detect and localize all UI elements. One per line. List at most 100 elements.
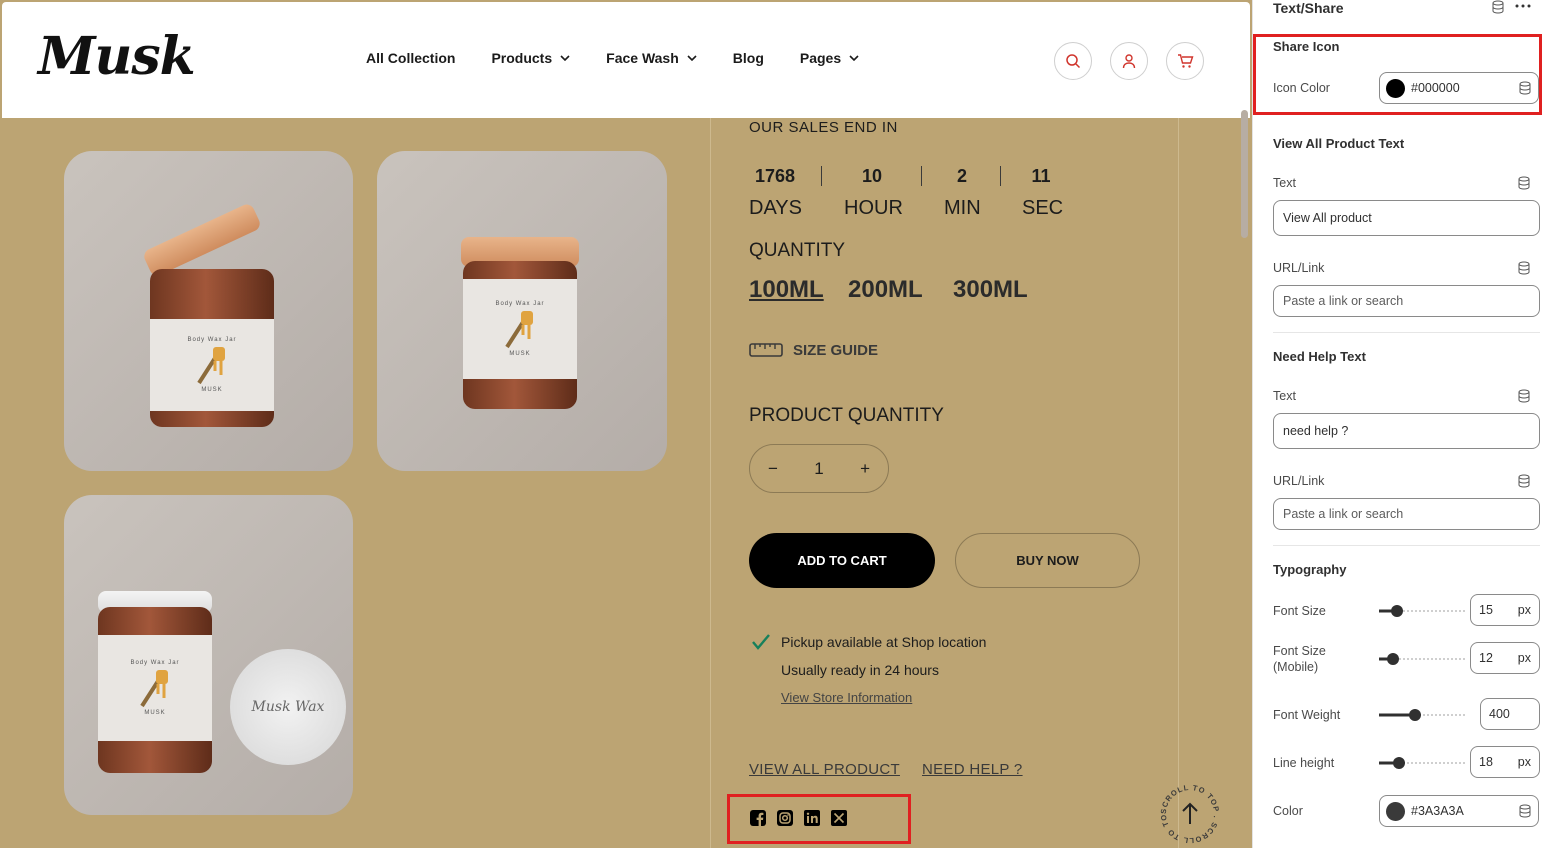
chevron-down-icon	[849, 55, 859, 61]
unit-label: px	[1517, 651, 1531, 665]
need-help-url-input[interactable]: Paste a link or search	[1273, 498, 1540, 530]
pickup-text: Pickup available at Shop location	[781, 634, 987, 650]
font-weight-input[interactable]: 400	[1480, 698, 1540, 730]
quantity-stepper: − 1 +	[749, 444, 889, 493]
nav-all-collection[interactable]: All Collection	[366, 50, 455, 66]
nav-products[interactable]: Products	[491, 50, 570, 66]
size-option-100ml[interactable]: 100ML	[749, 276, 824, 304]
countdown-minutes: 2	[956, 166, 967, 186]
sales-title: OUR SALES END IN	[749, 119, 898, 136]
database-icon[interactable]	[1517, 261, 1531, 275]
product-image-2[interactable]: Body Wax Jar MUSK	[377, 151, 667, 471]
line-height-slider[interactable]	[1379, 756, 1465, 770]
text-color-field[interactable]: #3A3A3A	[1379, 795, 1539, 827]
buy-now-button[interactable]: BUY NOW	[955, 533, 1140, 588]
jar-label: Body Wax Jar MUSK	[150, 319, 274, 411]
font-size-input[interactable]: 15 px	[1470, 594, 1540, 626]
font-size-slider[interactable]	[1379, 604, 1465, 618]
need-help-link[interactable]: NEED HELP ?	[922, 761, 1023, 778]
nav-blog[interactable]: Blog	[733, 50, 764, 66]
view-all-product-link[interactable]: VIEW ALL PRODUCT	[749, 761, 900, 778]
product-image-3[interactable]: Body Wax Jar MUSK Musk Wax	[64, 495, 353, 815]
jar-label: Body Wax Jar MUSK	[98, 635, 212, 741]
line-height-input[interactable]: 18 px	[1470, 746, 1540, 778]
user-icon	[1122, 54, 1136, 69]
view-all-text-input[interactable]: View All product	[1273, 200, 1540, 236]
view-all-text-label: Text	[1273, 176, 1296, 190]
quantity-increase-button[interactable]: +	[860, 459, 870, 479]
account-button[interactable]	[1110, 42, 1148, 80]
settings-panel: Text/Share Share Icon Icon Color #000000…	[1252, 0, 1548, 848]
nav-face-wash[interactable]: Face Wash	[606, 50, 697, 66]
icon-color-value: #000000	[1411, 81, 1460, 95]
honey-dipper-icon	[505, 311, 533, 349]
scrollbar-thumb[interactable]	[1241, 110, 1248, 238]
quantity-value[interactable]: 1	[814, 459, 823, 479]
countdown-minutes-label: MIN	[944, 197, 981, 219]
quantity-title: QUANTITY	[749, 240, 846, 261]
font-weight-slider[interactable]	[1379, 708, 1465, 722]
main-nav: All Collection Products Face Wash Blog P…	[366, 50, 895, 66]
scroll-to-top-button[interactable]: SCROLL TO TOP . SCROLL TO TOP .	[1155, 775, 1222, 846]
font-size-mobile-label-2: (Mobile)	[1273, 660, 1319, 674]
need-help-text-input[interactable]: need help ?	[1273, 413, 1540, 449]
jar-brand-text: MUSK	[509, 351, 531, 357]
check-icon	[752, 634, 770, 650]
jar-lid-top: Musk Wax	[230, 649, 346, 765]
section-divider	[1273, 545, 1540, 546]
cart-button[interactable]	[1166, 42, 1204, 80]
icon-color-label: Icon Color	[1273, 81, 1330, 95]
color-swatch[interactable]	[1386, 801, 1405, 821]
brand-logo[interactable]: Musk	[38, 26, 196, 87]
jar-label: Body Wax Jar MUSK	[463, 279, 577, 379]
store-info-link[interactable]: View Store Information	[781, 690, 912, 705]
chevron-down-icon	[687, 55, 697, 61]
view-all-url-input[interactable]: Paste a link or search	[1273, 285, 1540, 317]
countdown-separator	[921, 166, 922, 186]
jar-brand-text: MUSK	[201, 387, 223, 393]
scroll-top-badge: SCROLL TO TOP . SCROLL TO TOP .	[1155, 775, 1220, 845]
typography-section-title: Typography	[1273, 562, 1347, 577]
database-icon[interactable]	[1517, 474, 1531, 488]
size-option-300ml[interactable]: 300ML	[953, 276, 1028, 304]
x-icon[interactable]	[830, 809, 848, 827]
need-help-url-label: URL/Link	[1273, 474, 1325, 488]
product-image-1[interactable]: Body Wax Jar MUSK	[64, 151, 353, 471]
search-button[interactable]	[1054, 42, 1092, 80]
view-all-section-title: View All Product Text	[1273, 136, 1405, 151]
font-size-mobile-slider[interactable]	[1379, 652, 1465, 666]
facebook-icon[interactable]	[749, 809, 767, 827]
line-height-label: Line height	[1273, 756, 1335, 770]
size-guide-link[interactable]: SIZE GUIDE	[749, 340, 878, 360]
icon-color-field[interactable]: #000000	[1379, 72, 1539, 104]
database-icon[interactable]	[1491, 0, 1505, 14]
nav-label: Pages	[799, 50, 842, 66]
unit-label: px	[1517, 755, 1531, 769]
database-icon[interactable]	[1517, 389, 1531, 403]
quantity-decrease-button[interactable]: −	[768, 459, 778, 479]
countdown-seconds-label: SEC	[1022, 197, 1064, 219]
font-size-mobile-input[interactable]: 12 px	[1470, 642, 1540, 674]
lid-text: Musk Wax	[251, 699, 325, 715]
view-all-url-label: URL/Link	[1273, 261, 1325, 275]
share-icon-section-title: Share Icon	[1273, 39, 1340, 54]
font-size-mobile-label-1: Font Size	[1273, 644, 1326, 658]
ruler-icon	[749, 343, 783, 357]
site-header: Musk All Collection Products Face Wash B…	[2, 2, 1250, 118]
countdown-hours: 10	[861, 166, 883, 186]
need-help-section-title: Need Help Text	[1273, 349, 1366, 364]
database-icon[interactable]	[1518, 804, 1532, 818]
nav-pages[interactable]: Pages	[800, 50, 859, 66]
size-option-200ml[interactable]: 200ML	[848, 276, 923, 304]
database-icon[interactable]	[1518, 81, 1532, 95]
add-to-cart-button[interactable]: ADD TO CART	[749, 533, 935, 588]
countdown-separator	[1000, 166, 1001, 186]
countdown-seconds: 11	[1031, 166, 1051, 186]
color-swatch[interactable]	[1386, 78, 1405, 98]
size-guide-label: SIZE GUIDE	[793, 341, 879, 359]
more-icon[interactable]	[1515, 4, 1531, 8]
database-icon[interactable]	[1517, 176, 1531, 190]
section-divider	[1273, 332, 1540, 333]
linkedin-icon[interactable]	[803, 809, 821, 827]
instagram-icon[interactable]	[776, 809, 794, 827]
